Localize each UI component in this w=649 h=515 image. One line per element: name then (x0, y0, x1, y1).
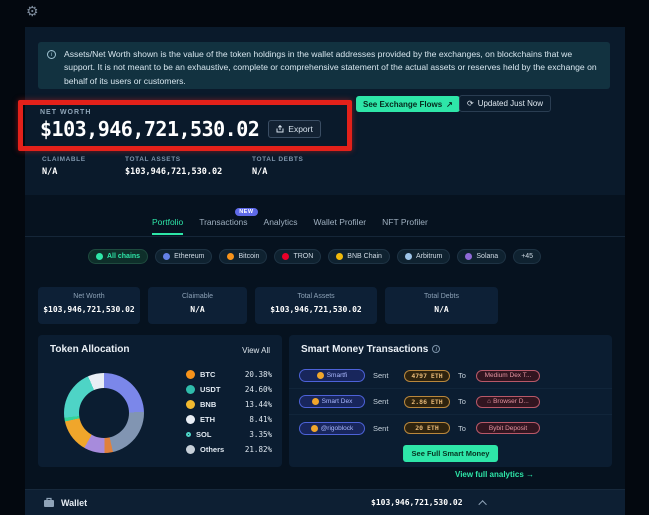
ethereum-icon (163, 253, 170, 260)
legend-item-btc: BTC 20.38% (186, 369, 272, 380)
all-chains-icon (96, 253, 103, 260)
legend-item-sol: SOL 3.35% (186, 429, 272, 440)
settings-gear-icon[interactable]: ⚙ (26, 1, 39, 21)
legend-item-bnb: BNB 13.44% (186, 399, 272, 410)
see-exchange-flows-button[interactable]: See Exchange Flows ↗ (356, 96, 460, 112)
net-worth-label: NET WORTH (40, 109, 91, 116)
sol-coin-icon (186, 432, 191, 437)
tron-icon (282, 253, 289, 260)
sender-pill[interactable]: Smart Dex (299, 395, 365, 408)
amount-pill[interactable]: 4797 ETH (404, 370, 450, 382)
btc-coin-icon (186, 370, 195, 379)
disclaimer-banner: i Assets/Net Worth shown is the value of… (38, 42, 610, 89)
recipient-pill[interactable]: Medium Dex T... (476, 370, 540, 382)
token-allocation-donut (64, 373, 144, 453)
tab-nft-profiler[interactable]: NFT Profiler (382, 217, 428, 235)
solana-icon (465, 253, 472, 260)
recipient-pill[interactable]: Bybit Deposit (476, 422, 540, 434)
arbitrum-icon (405, 253, 412, 260)
smart-money-rows: Smartfi Sent 4797 ETH To Medium Dex T...… (289, 363, 612, 441)
transaction-row: Smart Dex Sent 2.86 ETH To ⌂ Browser D..… (289, 389, 612, 415)
bnb-chain-icon (336, 253, 343, 260)
chain-filter-row: All chains Ethereum Bitcoin TRON BNB Cha… (88, 249, 541, 264)
transaction-row: @rigoblock Sent 20 ETH To Bybit Deposit (289, 415, 612, 441)
bnb-coin-icon (186, 400, 195, 409)
usdt-coin-icon (186, 385, 195, 394)
others-coin-icon (186, 445, 195, 454)
legend-item-eth: ETH 8.41% (186, 414, 272, 425)
amount-pill[interactable]: 20 ETH (404, 422, 450, 434)
chip-tron[interactable]: TRON (274, 249, 321, 264)
updated-button[interactable]: ⟳ Updated Just Now (459, 95, 551, 112)
tabs-divider (25, 236, 625, 237)
stat-claimable: CLAIMABLE N/A (42, 156, 125, 177)
export-button[interactable]: Export (268, 120, 321, 138)
chip-all-chains[interactable]: All chains (88, 249, 148, 264)
card-total-assets: Total Assets $103,946,721,530.02 (255, 287, 377, 324)
tab-portfolio[interactable]: Portfolio (152, 217, 183, 235)
house-icon: ⌂ (487, 398, 491, 405)
smart-money-panel: Smart Money Transactionsi Smartfi Sent 4… (289, 335, 612, 467)
chip-solana[interactable]: Solana (457, 249, 506, 264)
recipient-pill[interactable]: ⌂ Browser D... (476, 396, 540, 408)
tab-wallet-profiler[interactable]: Wallet Profiler (314, 217, 367, 235)
portfolio-dashboard: ⚙ i Assets/Net Worth shown is the value … (0, 0, 649, 515)
chip-arbitrum[interactable]: Arbitrum (397, 249, 450, 264)
tab-transactions[interactable]: Transactions NEW (199, 217, 247, 235)
view-full-analytics-link[interactable]: View full analytics → (455, 470, 534, 479)
chip-more-chains[interactable]: +45 (513, 249, 541, 264)
transaction-row: Smartfi Sent 4797 ETH To Medium Dex T... (289, 363, 612, 389)
chip-ethereum[interactable]: Ethereum (155, 249, 212, 264)
see-full-smart-money-button[interactable]: See Full Smart Money (403, 445, 499, 462)
chevron-up-icon[interactable] (478, 500, 486, 508)
refresh-icon: ⟳ (467, 99, 474, 108)
top-stats-row: CLAIMABLE N/A TOTAL ASSETS $103,946,721,… (42, 156, 303, 177)
coin-icon (311, 425, 318, 432)
new-badge: NEW (235, 208, 257, 216)
coin-icon (317, 372, 324, 379)
token-allocation-legend: BTC 20.38% USDT 24.60% BNB 13.44% ETH 8.… (186, 369, 272, 455)
view-all-link[interactable]: View All (242, 346, 270, 355)
tab-bar: Portfolio Transactions NEW Analytics Wal… (152, 217, 428, 235)
stat-total-assets: TOTAL ASSETS $103,946,721,530.02 (125, 156, 252, 177)
summary-cards: Net Worth $103,946,721,530.02 Claimable … (38, 287, 498, 324)
bitcoin-icon (227, 253, 234, 260)
chip-bnb-chain[interactable]: BNB Chain (328, 249, 390, 264)
wallet-label: Wallet (61, 498, 87, 508)
eth-coin-icon (186, 415, 195, 424)
coin-icon (312, 398, 319, 405)
card-total-debts: Total Debts N/A (385, 287, 498, 324)
wallet-value: $103,946,721,530.02 (371, 498, 463, 507)
sender-pill[interactable]: Smartfi (299, 369, 365, 382)
net-worth-value: $103,946,721,530.02 (40, 117, 259, 141)
wallet-icon (43, 497, 55, 508)
wallet-bar[interactable]: Wallet $103,946,721,530.02 (25, 489, 625, 515)
export-icon (276, 125, 284, 133)
chip-bitcoin[interactable]: Bitcoin (219, 249, 267, 264)
legend-item-usdt: USDT 24.60% (186, 384, 272, 395)
smart-money-title: Smart Money Transactionsi (301, 344, 440, 355)
card-claimable: Claimable N/A (148, 287, 247, 324)
info-icon: i (432, 345, 440, 353)
amount-pill[interactable]: 2.86 ETH (404, 396, 450, 408)
card-net-worth: Net Worth $103,946,721,530.02 (38, 287, 140, 324)
info-icon: i (47, 50, 56, 59)
sender-pill[interactable]: @rigoblock (299, 422, 365, 435)
disclaimer-text: Assets/Net Worth shown is the value of t… (64, 49, 597, 86)
external-link-icon: ↗ (446, 100, 453, 109)
legend-item-others: Others 21.82% (186, 444, 272, 455)
token-allocation-panel: Token Allocation View All BTC 20.38% USD… (38, 335, 282, 467)
token-allocation-title: Token Allocation (50, 344, 129, 355)
stat-total-debts: TOTAL DEBTS N/A (252, 156, 303, 177)
tab-analytics[interactable]: Analytics (264, 217, 298, 235)
